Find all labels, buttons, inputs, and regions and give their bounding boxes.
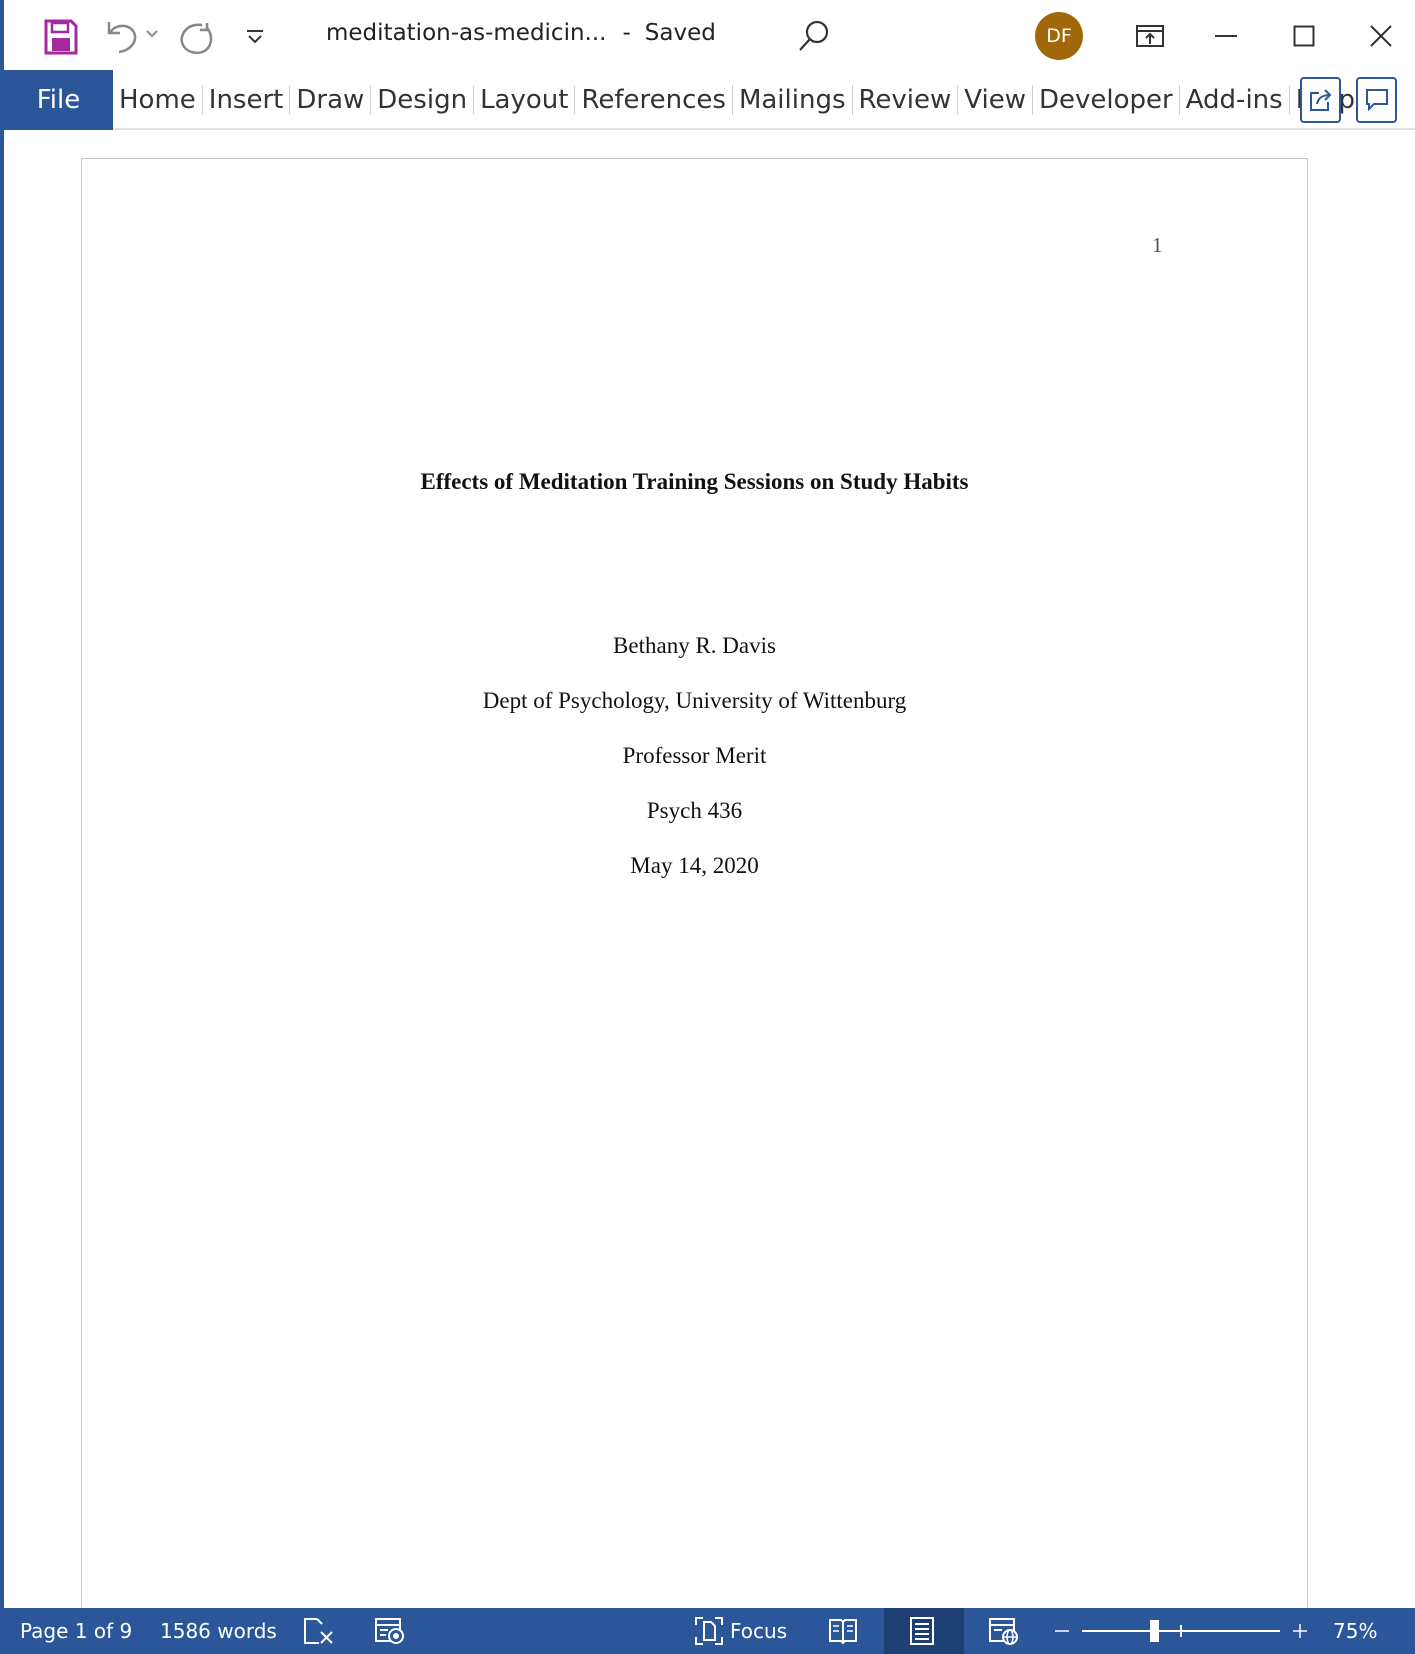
document-name: meditation-as-medicin... — [326, 20, 607, 46]
tab-view[interactable]: View — [958, 85, 1032, 115]
focus-icon — [695, 1617, 723, 1645]
customize-toolbar-icon[interactable] — [242, 24, 268, 50]
zoom-level[interactable]: 75% — [1333, 1608, 1377, 1654]
tab-list: Home Insert Draw Design Layout Reference… — [113, 70, 1361, 130]
tab-home[interactable]: Home — [113, 85, 202, 115]
user-avatar[interactable]: DF — [1035, 12, 1083, 60]
document-canvas[interactable]: 1 Effects of Meditation Training Session… — [4, 132, 1415, 1618]
search-icon[interactable] — [794, 16, 834, 56]
affiliation: Dept of Psychology, University of Witten… — [482, 688, 907, 713]
read-mode-icon[interactable] — [828, 1608, 858, 1654]
ribbon-tabs: File Home Insert Draw Design Layout Refe… — [4, 70, 1415, 130]
tab-references[interactable]: References — [575, 85, 731, 115]
comments-button[interactable] — [1356, 77, 1397, 123]
undo-dropdown-icon[interactable] — [144, 26, 160, 42]
tab-layout[interactable]: Layout — [474, 85, 574, 115]
web-layout-icon[interactable] — [988, 1608, 1020, 1654]
title-separator: - — [622, 20, 631, 46]
tab-add-ins[interactable]: Add-ins — [1180, 85, 1289, 115]
tab-insert[interactable]: Insert — [203, 85, 290, 115]
word-window: meditation-as-medicin... - Saved DF File… — [0, 0, 1415, 1654]
word-count[interactable]: 1586 words — [160, 1608, 277, 1654]
page-indicator[interactable]: Page 1 of 9 — [20, 1608, 132, 1654]
print-layout-icon[interactable] — [908, 1608, 936, 1654]
proofing-icon[interactable] — [302, 1608, 334, 1654]
save-status: Saved — [644, 20, 716, 46]
zoom-out-icon[interactable] — [1054, 1608, 1070, 1654]
course-name: Psych 436 — [646, 798, 743, 823]
status-bar: Page 1 of 9 1586 words Focus 75% — [4, 1608, 1415, 1654]
document-title[interactable]: meditation-as-medicin... - Saved — [326, 20, 716, 46]
document-page[interactable]: 1 Effects of Meditation Training Session… — [81, 158, 1308, 1618]
share-icon — [1309, 89, 1331, 111]
tab-design[interactable]: Design — [371, 85, 473, 115]
zoom-slider-midpoint — [1180, 1625, 1182, 1637]
title-bar: meditation-as-medicin... - Saved DF — [4, 0, 1415, 70]
focus-button[interactable]: Focus — [694, 1608, 787, 1654]
minimize-icon[interactable] — [1206, 16, 1246, 56]
zoom-in-icon[interactable] — [1292, 1608, 1308, 1654]
redo-icon[interactable] — [176, 18, 216, 58]
tab-review[interactable]: Review — [853, 85, 958, 115]
tab-file[interactable]: File — [4, 70, 113, 130]
tab-mailings[interactable]: Mailings — [733, 85, 852, 115]
tab-developer[interactable]: Developer — [1033, 85, 1179, 115]
instructor-name: Professor Merit — [622, 743, 767, 768]
focus-label: Focus — [730, 1619, 788, 1643]
comment-icon — [1365, 89, 1388, 112]
zoom-slider-thumb[interactable] — [1150, 1620, 1159, 1642]
paper-title: Effects of Meditation Training Sessions … — [420, 469, 969, 494]
tab-draw[interactable]: Draw — [290, 85, 370, 115]
accessibility-icon[interactable] — [374, 1608, 406, 1654]
undo-icon[interactable] — [102, 16, 142, 56]
ribbon-display-options-icon[interactable] — [1130, 16, 1170, 56]
avatar-initials: DF — [1046, 25, 1072, 47]
author-name: Bethany R. Davis — [613, 633, 776, 658]
page-number: 1 — [1152, 233, 1163, 257]
save-icon[interactable] — [42, 18, 80, 56]
maximize-icon[interactable] — [1284, 16, 1324, 56]
close-icon[interactable] — [1361, 16, 1401, 56]
share-button[interactable] — [1300, 77, 1341, 123]
submission-date: May 14, 2020 — [630, 853, 759, 878]
